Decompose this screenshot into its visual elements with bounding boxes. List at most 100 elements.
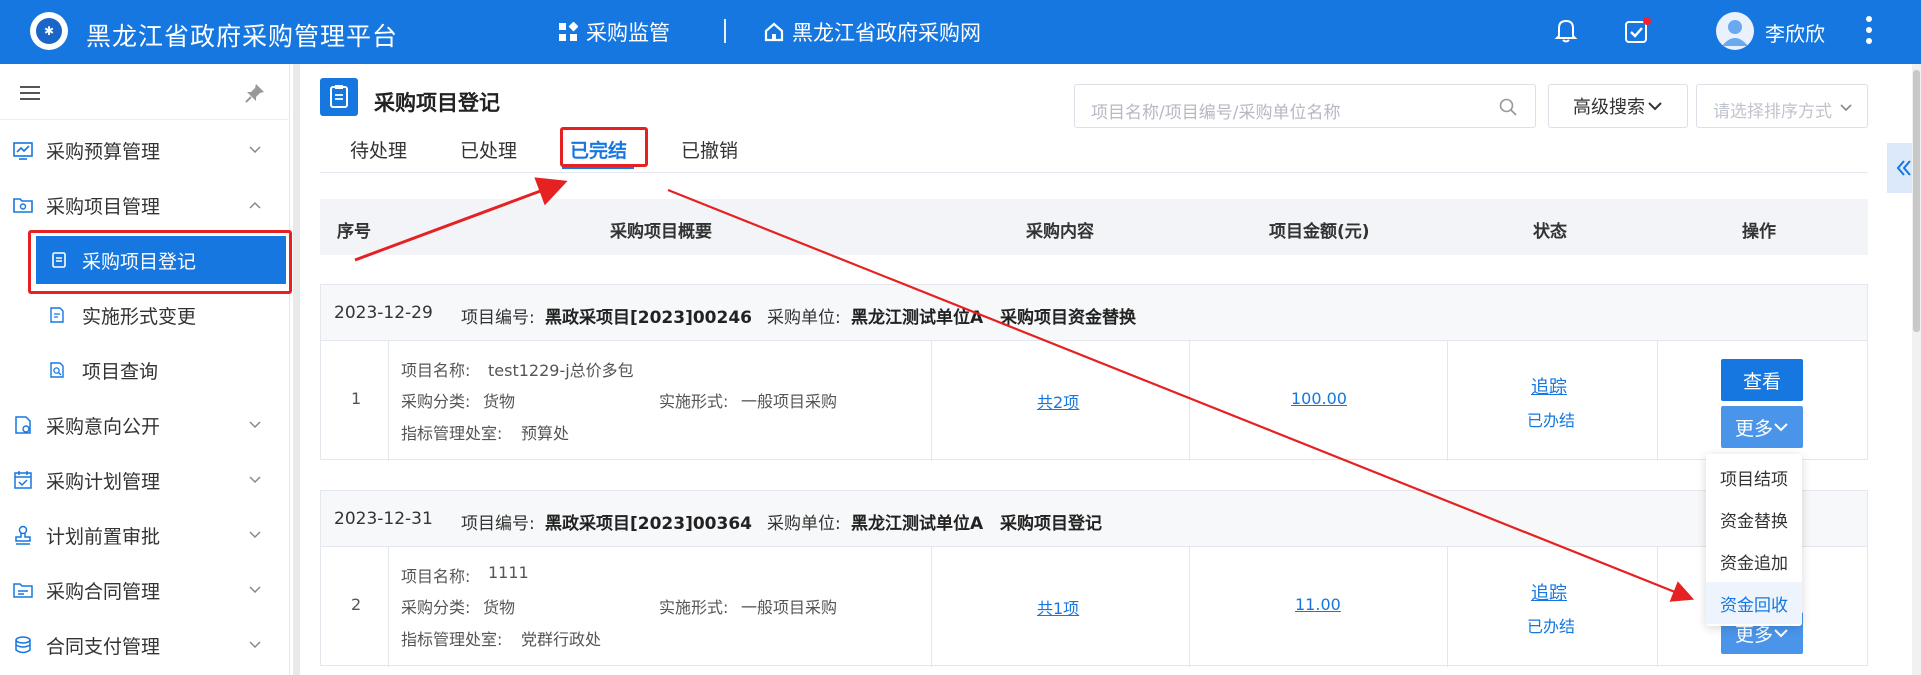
row-date: 2023-12-29: [334, 303, 433, 323]
chevron-down-icon: [1774, 629, 1788, 638]
category: 货物: [483, 392, 516, 411]
sidebar-item-project-management[interactable]: 采购项目管理: [0, 181, 290, 229]
avatar[interactable]: [1716, 12, 1754, 50]
purchasing-unit: 黑龙江测试单位A: [851, 514, 984, 534]
folder-settings-icon: [13, 198, 33, 213]
category-label: 采购分类:: [401, 598, 471, 617]
sidebar-item-contract-payment[interactable]: 合同支付管理: [0, 621, 290, 669]
implementation-form: 一般项目采购: [741, 598, 838, 617]
chevron-down-icon: [1648, 102, 1662, 111]
sidebar-item-budget[interactable]: 采购预算管理: [0, 126, 290, 174]
row-header: 2023-12-31 项目编号: 黑政采项目[2023]00364 采购单位: …: [321, 491, 1867, 547]
sidebar-item-intention-disclosure[interactable]: 采购意向公开: [0, 401, 290, 449]
tab-processed[interactable]: 已处理: [460, 136, 517, 163]
document-edit-icon: [50, 307, 64, 323]
user-name[interactable]: 李欣欣: [1765, 18, 1825, 47]
view-button[interactable]: 查看: [1721, 359, 1803, 401]
chevron-down-icon: [249, 586, 261, 594]
track-link[interactable]: 追踪: [1531, 579, 1567, 605]
table-header: 序号 采购项目概要 采购内容 项目金额(元) 状态 操作: [320, 199, 1868, 255]
unit-label: 采购单位:: [767, 514, 841, 534]
col-status: 状态: [1533, 222, 1567, 242]
content-link[interactable]: 共1项: [1037, 595, 1079, 619]
sidebar-item-plan-management[interactable]: 采购计划管理: [0, 456, 290, 504]
more-button[interactable]: 更多: [1721, 406, 1803, 448]
sort-placeholder: 请选择排序方式: [1713, 102, 1832, 122]
col-summary: 采购项目概要: [610, 222, 712, 242]
sidebar-item-label: 实施形式变更: [82, 305, 197, 328]
table-row: 2023-12-29 项目编号: 黑政采项目[2023]00246 采购单位: …: [320, 284, 1868, 461]
menu-item-fund-recovery[interactable]: 资金回收: [1706, 582, 1802, 624]
sidebar-item-project-query[interactable]: 项目查询: [0, 346, 290, 394]
management-office: 预算处: [521, 424, 570, 443]
more-vertical-icon[interactable]: [1864, 14, 1874, 46]
implementation-form: 一般项目采购: [741, 392, 838, 411]
sidebar-item-label: 采购项目管理: [46, 195, 161, 218]
sort-select[interactable]: 请选择排序方式: [1696, 84, 1868, 128]
stamp-icon: [15, 525, 31, 545]
chevron-down-icon: [1840, 104, 1852, 112]
chevron-down-icon: [249, 476, 261, 484]
page-title: 采购项目登记: [374, 91, 500, 115]
sidebar-item-form-change[interactable]: 实施形式变更: [0, 291, 290, 339]
task-check-icon[interactable]: [1620, 14, 1654, 48]
annotation-box-tab: [560, 127, 648, 167]
nav-divider: [724, 19, 726, 43]
content-link[interactable]: 共2项: [1037, 389, 1079, 413]
chevron-down-icon: [249, 641, 261, 649]
logo-icon: ✱: [30, 12, 68, 50]
pin-icon[interactable]: [244, 82, 266, 104]
category: 货物: [483, 598, 516, 617]
amount-link[interactable]: 100.00: [1291, 389, 1347, 408]
search-input[interactable]: 项目名称/项目编号/采购单位名称: [1074, 84, 1536, 128]
project-no: 黑政采项目[2023]00246: [545, 308, 752, 328]
track-link[interactable]: 追踪: [1531, 373, 1567, 399]
project-name: test1229-j总价多包: [488, 361, 634, 380]
menu-item-fund-add[interactable]: 资金追加: [1706, 540, 1802, 582]
col-amount: 项目金额(元): [1269, 222, 1370, 242]
bell-icon[interactable]: [1549, 14, 1583, 48]
advanced-search-button[interactable]: 高级搜索: [1548, 84, 1688, 128]
sidebar-item-label: 采购意向公开: [46, 415, 161, 438]
home-icon: [764, 22, 784, 42]
search-icon[interactable]: [1499, 98, 1517, 116]
app-title: 黑龙江省政府采购管理平台: [86, 22, 399, 51]
row-index: 2: [351, 595, 362, 614]
row-body: 1 项目名称: test1229-j总价多包 采购分类: 货物 实施形式: 一般…: [321, 341, 1867, 461]
amount-link[interactable]: 11.00: [1295, 595, 1341, 614]
project-type: 采购项目登记: [1000, 514, 1102, 534]
document-search-icon: [50, 362, 64, 378]
tabs-divider: [320, 172, 1868, 173]
row-date: 2023-12-31: [334, 509, 433, 529]
row-index: 1: [351, 389, 362, 408]
tab-pending[interactable]: 待处理: [350, 136, 407, 163]
chevron-down-icon: [249, 146, 261, 154]
menu-item-fund-replace[interactable]: 资金替换: [1706, 498, 1802, 540]
hamburger-icon[interactable]: [20, 86, 40, 100]
nav-procurement-supervision[interactable]: 采购监管: [558, 17, 670, 47]
status-text: 已办结: [1527, 617, 1576, 636]
sidebar-item-pre-approval[interactable]: 计划前置审批: [0, 511, 290, 559]
nav-label: 采购监管: [586, 21, 670, 45]
sidebar-item-contract-management[interactable]: 采购合同管理: [0, 566, 290, 614]
col-index: 序号: [337, 222, 371, 242]
main-scrollbar[interactable]: [1912, 64, 1921, 675]
sidebar-item-label: 合同支付管理: [46, 635, 161, 658]
purchasing-unit: 黑龙江测试单位A: [851, 308, 984, 328]
col-content: 采购内容: [1026, 222, 1094, 242]
more-label: 更多: [1734, 417, 1773, 440]
grid-icon: [559, 22, 578, 41]
more-dropdown-menu: 项目结项 资金替换 资金追加 资金回收: [1706, 454, 1802, 626]
nav-procurement-website[interactable]: 黑龙江省政府采购网: [764, 17, 981, 47]
sidebar-scrollbar[interactable]: [293, 64, 300, 675]
chevron-up-icon: [249, 201, 261, 209]
table-row: 2023-12-31 项目编号: 黑政采项目[2023]00364 采购单位: …: [320, 490, 1868, 667]
annotation-box-sidebar: [28, 230, 292, 294]
form-label: 实施形式:: [659, 392, 729, 411]
menu-item-close-project[interactable]: 项目结项: [1706, 456, 1802, 498]
office-label: 指标管理处室:: [401, 630, 503, 649]
chart-monitor-icon: [13, 142, 33, 160]
chevron-down-icon: [249, 531, 261, 539]
chevron-down-icon: [1774, 423, 1788, 432]
tab-revoked[interactable]: 已撤销: [681, 136, 738, 163]
